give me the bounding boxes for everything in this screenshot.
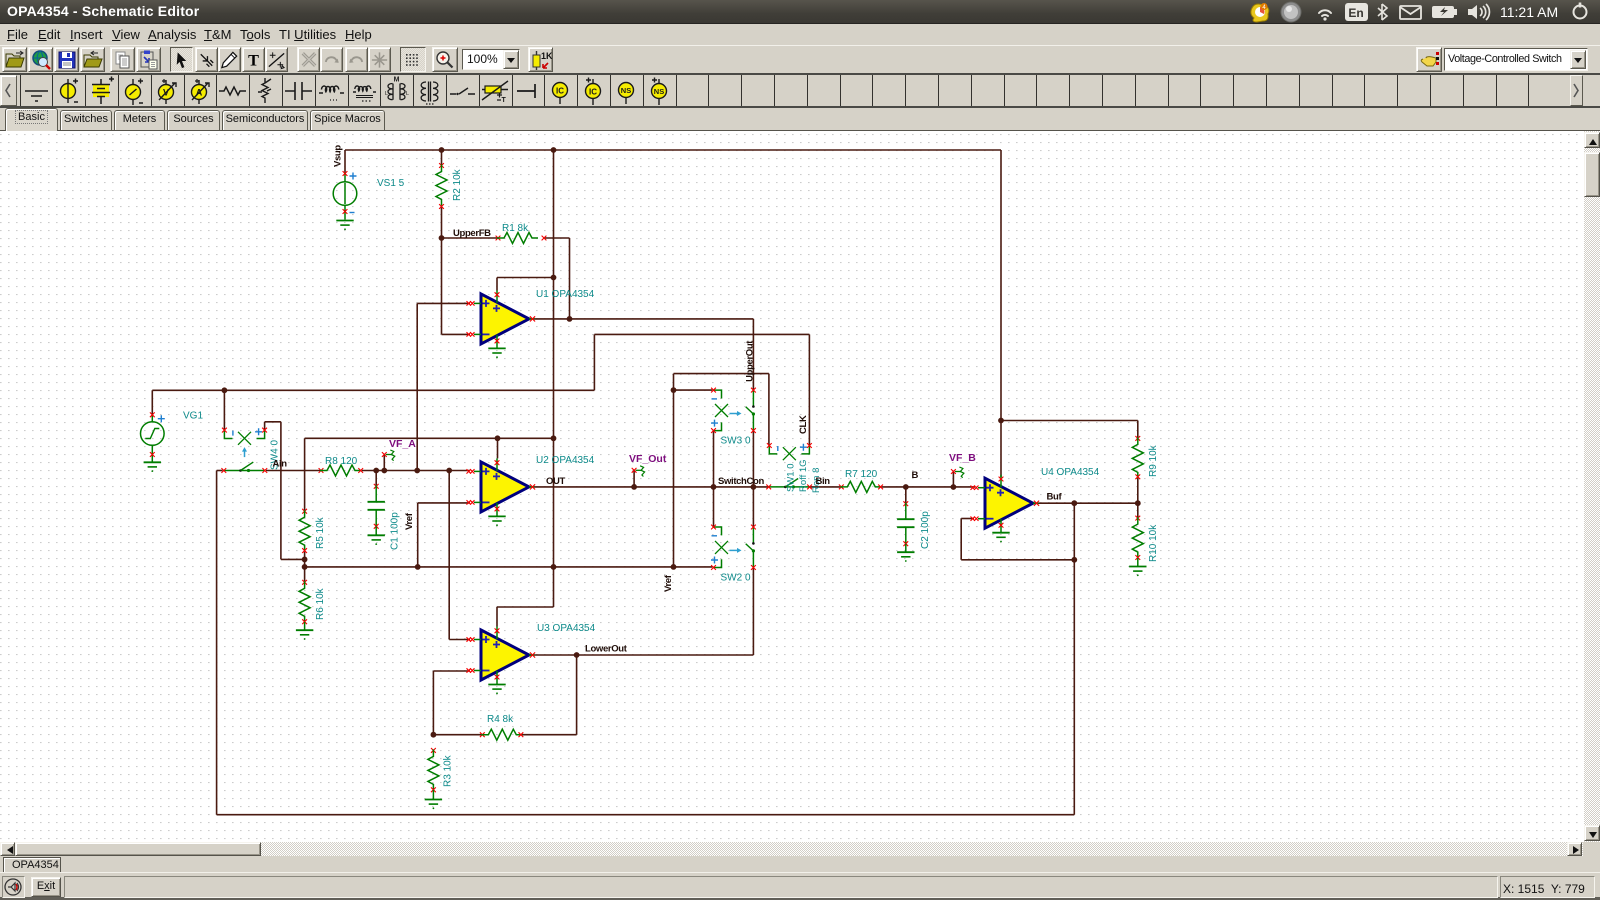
svg-text:R9 10k: R9 10k [1148, 444, 1159, 477]
svg-text:Vsup: Vsup [333, 145, 344, 167]
svg-text:R7 120: R7 120 [845, 469, 878, 480]
svg-text:IC: IC [589, 88, 597, 97]
svg-text:T: T [248, 51, 259, 69]
svg-text:T: T [501, 97, 506, 104]
svg-text:SwitchCon: SwitchCon [718, 476, 764, 487]
svg-text:VG1: VG1 [183, 411, 203, 422]
svg-text:1K: 1K [541, 51, 552, 61]
svg-text:VF_B: VF_B [949, 452, 976, 464]
svg-text:SW1 0: SW1 0 [786, 463, 797, 492]
svg-text:C1 100p: C1 100p [390, 512, 401, 550]
svg-text:B: B [912, 470, 919, 481]
svg-text:Vref: Vref [663, 574, 674, 592]
svg-text:Buf: Buf [1047, 492, 1063, 503]
svg-text:U4 OPA4354: U4 OPA4354 [1041, 467, 1100, 478]
svg-text:M: M [394, 77, 400, 84]
svg-text:R2 10k: R2 10k [452, 168, 463, 201]
svg-text:En: En [1348, 6, 1363, 20]
svg-text:L: L [406, 91, 409, 97]
svg-text:R1 8k: R1 8k [502, 223, 529, 234]
svg-text:L: L [385, 91, 388, 97]
svg-text:IC: IC [556, 87, 564, 96]
svg-text:V: V [163, 88, 169, 98]
svg-text:U2 OPA4354: U2 OPA4354 [536, 455, 595, 466]
svg-text:VS1 5: VS1 5 [377, 178, 405, 189]
svg-text:R4 8k: R4 8k [487, 714, 514, 725]
svg-text:Ain: Ain [273, 459, 288, 470]
svg-text:NS: NS [653, 87, 663, 96]
svg-text:VF_A: VF_A [389, 438, 416, 450]
svg-text:CLK: CLK [798, 415, 809, 434]
svg-text:R6 10k: R6 10k [315, 587, 326, 620]
svg-text:C2 100p: C2 100p [920, 511, 931, 549]
svg-text:SW3 0: SW3 0 [721, 436, 751, 447]
svg-text:U1 OPA4354: U1 OPA4354 [536, 289, 595, 300]
svg-text:U3 OPA4354: U3 OPA4354 [537, 623, 596, 634]
svg-text:A: A [195, 88, 202, 98]
svg-text:R10 10k: R10 10k [1148, 524, 1159, 562]
svg-text:LowerOut: LowerOut [585, 644, 628, 655]
svg-text:Roff 1G: Roff 1G [798, 459, 809, 492]
svg-text:R8 120: R8 120 [325, 456, 358, 467]
svg-text:OUT: OUT [546, 476, 566, 487]
svg-text:R3 10k: R3 10k [443, 754, 454, 787]
svg-text:Vref: Vref [404, 512, 415, 530]
svg-text:UpperOut: UpperOut [745, 340, 756, 382]
svg-text:SW2 0: SW2 0 [721, 573, 751, 584]
svg-text:NS: NS [621, 86, 631, 95]
svg-text:UpperFB: UpperFB [453, 228, 491, 239]
svg-text:R5 10k: R5 10k [315, 516, 326, 549]
svg-text:Bin: Bin [816, 476, 831, 487]
svg-text:VF_Out: VF_Out [629, 453, 667, 465]
